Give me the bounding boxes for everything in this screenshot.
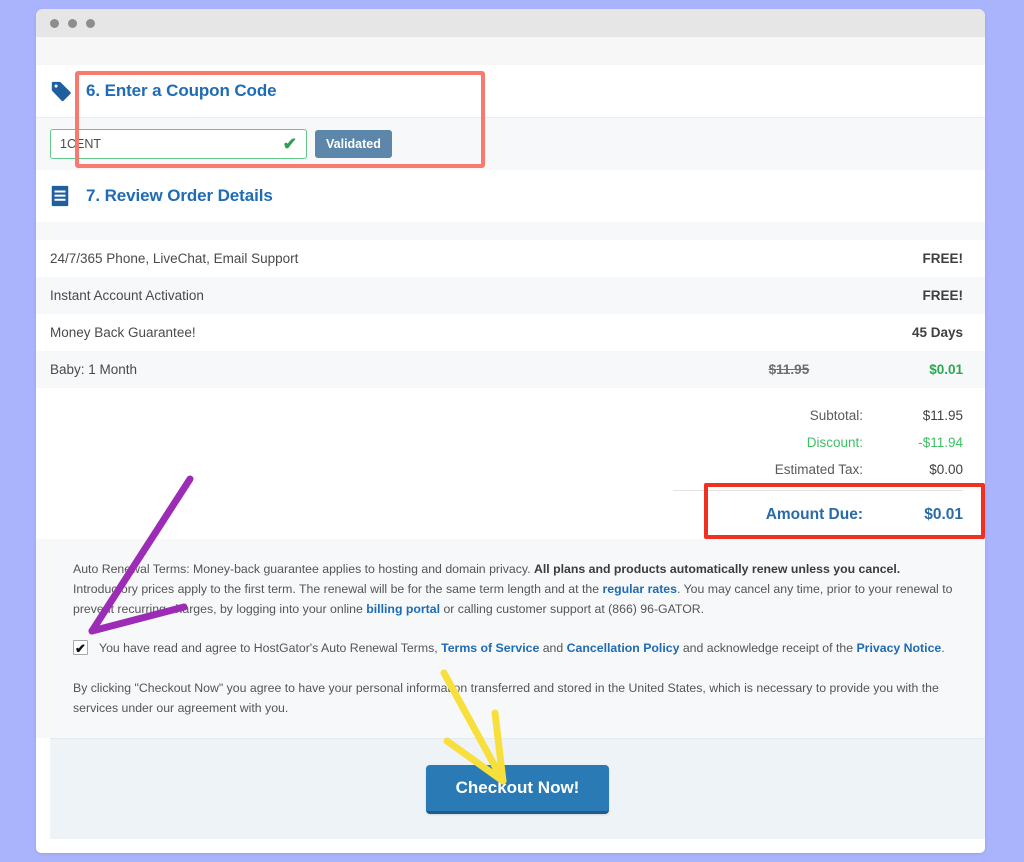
amount-due-value: $0.01 [863,506,963,524]
order-section-header: 7. Review Order Details [36,170,985,222]
terms-section: Auto Renewal Terms: Money-back guarantee… [36,539,985,738]
order-item-label: Instant Account Activation [50,288,923,303]
subtotal-label: Subtotal: [623,408,863,423]
subtotal-row: Subtotal: $11.95 [36,402,963,429]
window-maximize-dot[interactable] [86,19,95,28]
window-toolbar [36,37,985,65]
amount-due-row: Amount Due: $0.01 [36,491,963,539]
order-item-label: Baby: 1 Month [50,362,769,377]
discount-row: Discount: -$11.94 [36,429,963,456]
subtotal-value: $11.95 [863,408,963,423]
agreement-text: You have read and agree to HostGator's A… [99,638,945,659]
receipt-icon [50,185,72,207]
browser-window: 6. Enter a Coupon Code 1CENT ✔ Validated… [36,9,985,853]
billing-portal-link[interactable]: billing portal [366,602,440,616]
table-row: Instant Account Activation FREE! [36,277,985,314]
coupon-section: 6. Enter a Coupon Code 1CENT ✔ Validated [36,65,985,170]
order-item-value: $0.01 [929,362,963,377]
check-icon: ✔ [283,136,297,153]
checkout-now-button[interactable]: Checkout Now! [426,765,610,814]
order-item-value: FREE! [923,251,964,266]
totals-block: Subtotal: $11.95 Discount: -$11.94 Estim… [36,388,985,539]
order-item-label: 24/7/365 Phone, LiveChat, Email Support [50,251,923,266]
terms-text-bold: All plans and products automatically ren… [534,562,900,576]
amount-due-label: Amount Due: [623,506,863,524]
window-minimize-dot[interactable] [68,19,77,28]
agree-text-b: and [539,641,566,655]
order-spacer [36,222,985,240]
checkout-disclaimer: By clicking "Checkout Now" you agree to … [73,678,963,719]
table-row: Money Back Guarantee! 45 Days [36,314,985,351]
order-section: 7. Review Order Details 24/7/365 Phone, … [36,170,985,539]
agreement-row: You have read and agree to HostGator's A… [73,638,963,659]
validated-button[interactable]: Validated [315,130,392,158]
window-close-dot[interactable] [50,19,59,28]
table-row: 24/7/365 Phone, LiveChat, Email Support … [36,240,985,277]
coupon-input-row: 1CENT ✔ Validated [36,117,985,170]
checkout-footer: Checkout Now! [50,738,985,839]
tax-value: $0.00 [863,462,963,477]
terms-text-b: Introductory prices apply to the first t… [73,582,602,596]
privacy-notice-link[interactable]: Privacy Notice [856,641,941,655]
agree-checkbox[interactable] [73,640,88,655]
cancellation-policy-link[interactable]: Cancellation Policy [567,641,680,655]
order-item-value: 45 Days [912,325,963,340]
coupon-section-header: 6. Enter a Coupon Code [36,65,985,117]
window-titlebar [36,9,985,37]
tag-icon [50,80,72,102]
terms-text-d: or calling customer support at (866) 96-… [440,602,704,616]
agree-text-c: and acknowledge receipt of the [679,641,856,655]
coupon-code-value: 1CENT [60,137,101,151]
coupon-code-input[interactable]: 1CENT ✔ [50,129,307,159]
terms-text-a: Auto Renewal Terms: Money-back guarantee… [73,562,534,576]
auto-renewal-terms-paragraph: Auto Renewal Terms: Money-back guarantee… [73,560,963,620]
agree-text-a: You have read and agree to HostGator's A… [99,641,441,655]
order-item-original-price: $11.95 [769,362,810,377]
discount-label: Discount: [623,435,863,450]
regular-rates-link[interactable]: regular rates [602,582,677,596]
table-row: Baby: 1 Month $11.95 $0.01 [36,351,985,388]
order-section-title: 7. Review Order Details [86,186,273,206]
terms-of-service-link[interactable]: Terms of Service [441,641,539,655]
discount-value: -$11.94 [863,435,963,450]
agree-text-d: . [941,641,944,655]
tax-label: Estimated Tax: [623,462,863,477]
coupon-section-title: 6. Enter a Coupon Code [86,81,276,101]
order-item-label: Money Back Guarantee! [50,325,912,340]
tax-row: Estimated Tax: $0.00 [36,456,963,483]
order-item-value: FREE! [923,288,964,303]
